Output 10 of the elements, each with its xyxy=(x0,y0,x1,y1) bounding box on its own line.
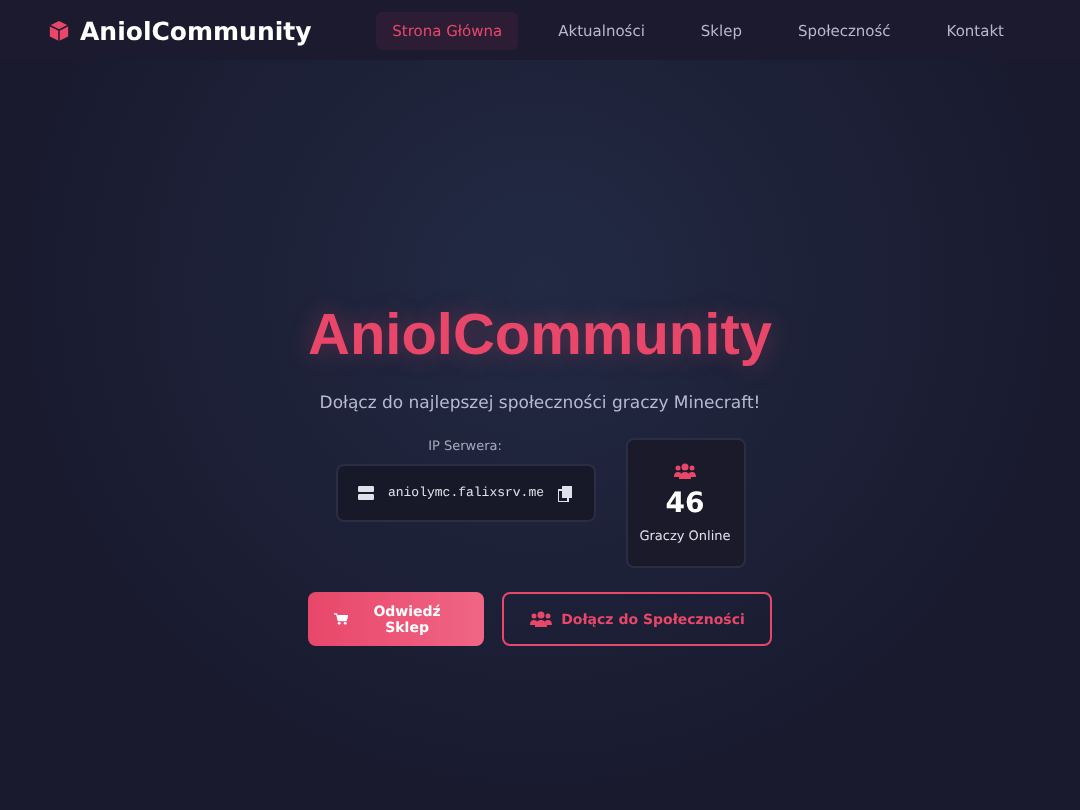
hero-title: AniolCommunity xyxy=(308,304,772,370)
users-icon xyxy=(529,610,552,628)
users-icon xyxy=(674,462,696,480)
cube-icon xyxy=(48,19,70,41)
cart-icon xyxy=(333,612,347,626)
server-icon xyxy=(357,486,373,500)
players-count: 46 xyxy=(665,488,705,520)
brand-name[interactable]: AniolCommunity xyxy=(80,15,312,45)
hero-subtitle: Dołącz do najlepszej społeczności graczy Minecraft! xyxy=(319,394,761,414)
copy-icon[interactable] xyxy=(558,485,573,501)
